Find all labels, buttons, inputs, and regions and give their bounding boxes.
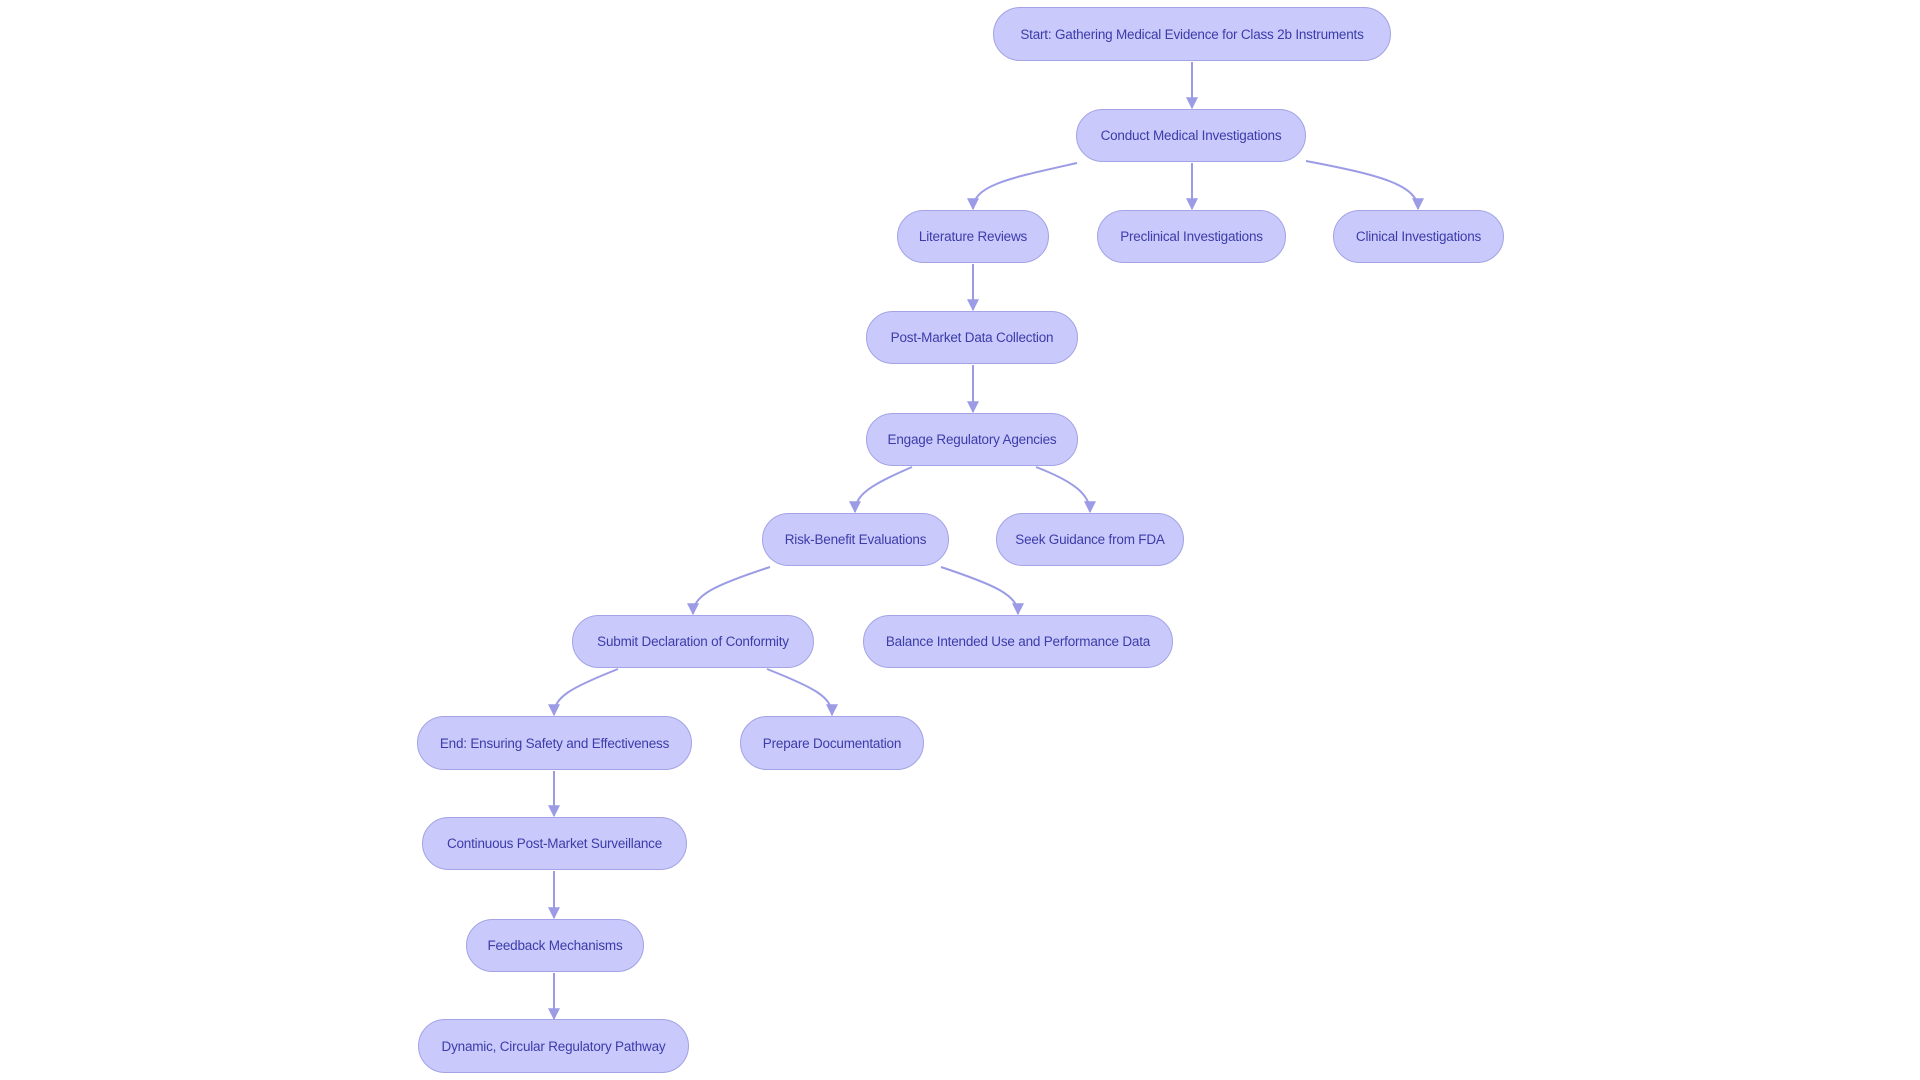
node-label: Seek Guidance from FDA	[1015, 532, 1165, 547]
node-literature-reviews[interactable]: Literature Reviews	[897, 210, 1049, 263]
node-label: Feedback Mechanisms	[487, 938, 623, 953]
edge-submit-end	[548, 668, 619, 717]
edge-risk-submit	[687, 566, 771, 616]
node-risk-benefit-evaluations[interactable]: Risk-Benefit Evaluations	[762, 513, 949, 566]
node-continuous-surveillance[interactable]: Continuous Post-Market Surveillance	[422, 817, 687, 870]
edge-conduct-clinical	[1305, 160, 1424, 211]
node-preclinical-investigations[interactable]: Preclinical Investigations	[1097, 210, 1286, 263]
node-label: End: Ensuring Safety and Effectiveness	[439, 735, 670, 751]
node-balance-intended-use[interactable]: Balance Intended Use and Performance Dat…	[863, 615, 1173, 668]
node-dynamic-regulatory-pathway[interactable]: Dynamic, Circular Regulatory Pathway	[418, 1019, 689, 1073]
node-feedback-mechanisms[interactable]: Feedback Mechanisms	[466, 919, 644, 972]
node-label: Prepare Documentation	[762, 735, 902, 751]
node-post-market-data-collection[interactable]: Post-Market Data Collection	[866, 311, 1078, 364]
node-clinical-investigations[interactable]: Clinical Investigations	[1333, 210, 1504, 263]
node-label: Conduct Medical Investigations	[1100, 128, 1282, 143]
node-label: Dynamic, Circular Regulatory Pathway	[441, 1038, 666, 1054]
edges-layer	[548, 62, 1424, 1021]
node-label: Start: Gathering Medical Evidence for Cl…	[1020, 26, 1364, 42]
edge-conduct-literature	[967, 162, 1078, 211]
node-label: Balance Intended Use and Performance Dat…	[885, 634, 1151, 649]
node-start[interactable]: Start: Gathering Medical Evidence for Cl…	[993, 7, 1391, 61]
node-label: Risk-Benefit Evaluations	[784, 532, 927, 547]
node-label: Submit Declaration of Conformity	[597, 634, 789, 649]
node-seek-guidance-fda[interactable]: Seek Guidance from FDA	[996, 513, 1184, 566]
node-label: Literature Reviews	[918, 229, 1028, 244]
node-label: Post-Market Data Collection	[890, 330, 1054, 345]
node-prepare-documentation[interactable]: Prepare Documentation	[740, 716, 924, 770]
edge-risk-balance	[940, 566, 1024, 616]
edge-engage-seek	[1035, 466, 1096, 514]
node-label: Engage Regulatory Agencies	[887, 432, 1057, 447]
flowchart: Start: Gathering Medical Evidence for Cl…	[0, 0, 1920, 1080]
node-label: Clinical Investigations	[1355, 229, 1482, 244]
node-label: Preclinical Investigations	[1120, 229, 1263, 244]
edge-submit-prepare	[766, 668, 838, 717]
node-end[interactable]: End: Ensuring Safety and Effectiveness	[417, 716, 692, 770]
node-submit-declaration[interactable]: Submit Declaration of Conformity	[572, 615, 814, 668]
node-engage-regulatory-agencies[interactable]: Engage Regulatory Agencies	[866, 413, 1078, 466]
node-conduct-medical-investigations[interactable]: Conduct Medical Investigations	[1076, 109, 1306, 162]
edge-engage-risk	[849, 466, 913, 514]
node-label: Continuous Post-Market Surveillance	[446, 836, 663, 851]
